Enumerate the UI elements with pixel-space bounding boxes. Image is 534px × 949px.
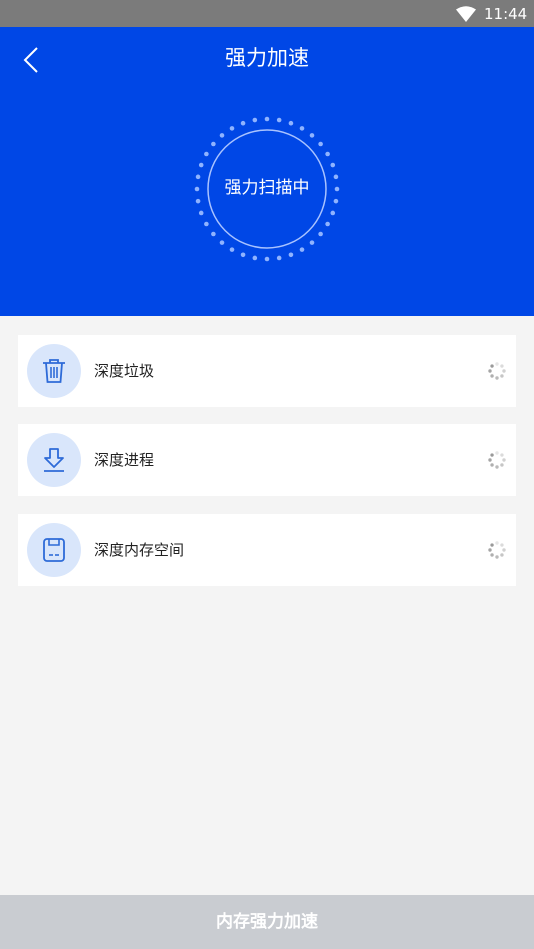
- scan-item-deep-memory: 深度内存空间: [18, 514, 516, 586]
- loading-spinner-icon: [488, 541, 506, 559]
- loading-spinner-icon: [488, 362, 506, 380]
- icon-badge: [27, 523, 81, 577]
- scan-item-label: 深度内存空间: [94, 541, 185, 559]
- scan-item-label: 深度垃圾: [94, 362, 155, 380]
- scan-status-text: 强力扫描中: [224, 178, 310, 198]
- status-bar: 11:44: [0, 0, 534, 27]
- icon-badge: [27, 344, 81, 398]
- loading-spinner-icon: [488, 451, 506, 469]
- download-icon: [44, 448, 64, 472]
- icon-badge: [27, 433, 81, 487]
- memory-boost-button[interactable]: 内存强力加速: [0, 895, 534, 949]
- wifi-icon: [456, 6, 476, 22]
- page-title: 强力加速: [225, 46, 309, 70]
- scan-item-label: 深度进程: [94, 451, 155, 469]
- status-time: 11:44: [484, 5, 528, 23]
- scan-item-deep-process: 深度进程: [18, 424, 516, 496]
- scan-item-deep-junk: 深度垃圾: [18, 335, 516, 407]
- header: 强力加速 强力扫描中: [0, 27, 534, 316]
- memory-card-icon: [43, 538, 65, 562]
- trash-icon: [43, 359, 65, 383]
